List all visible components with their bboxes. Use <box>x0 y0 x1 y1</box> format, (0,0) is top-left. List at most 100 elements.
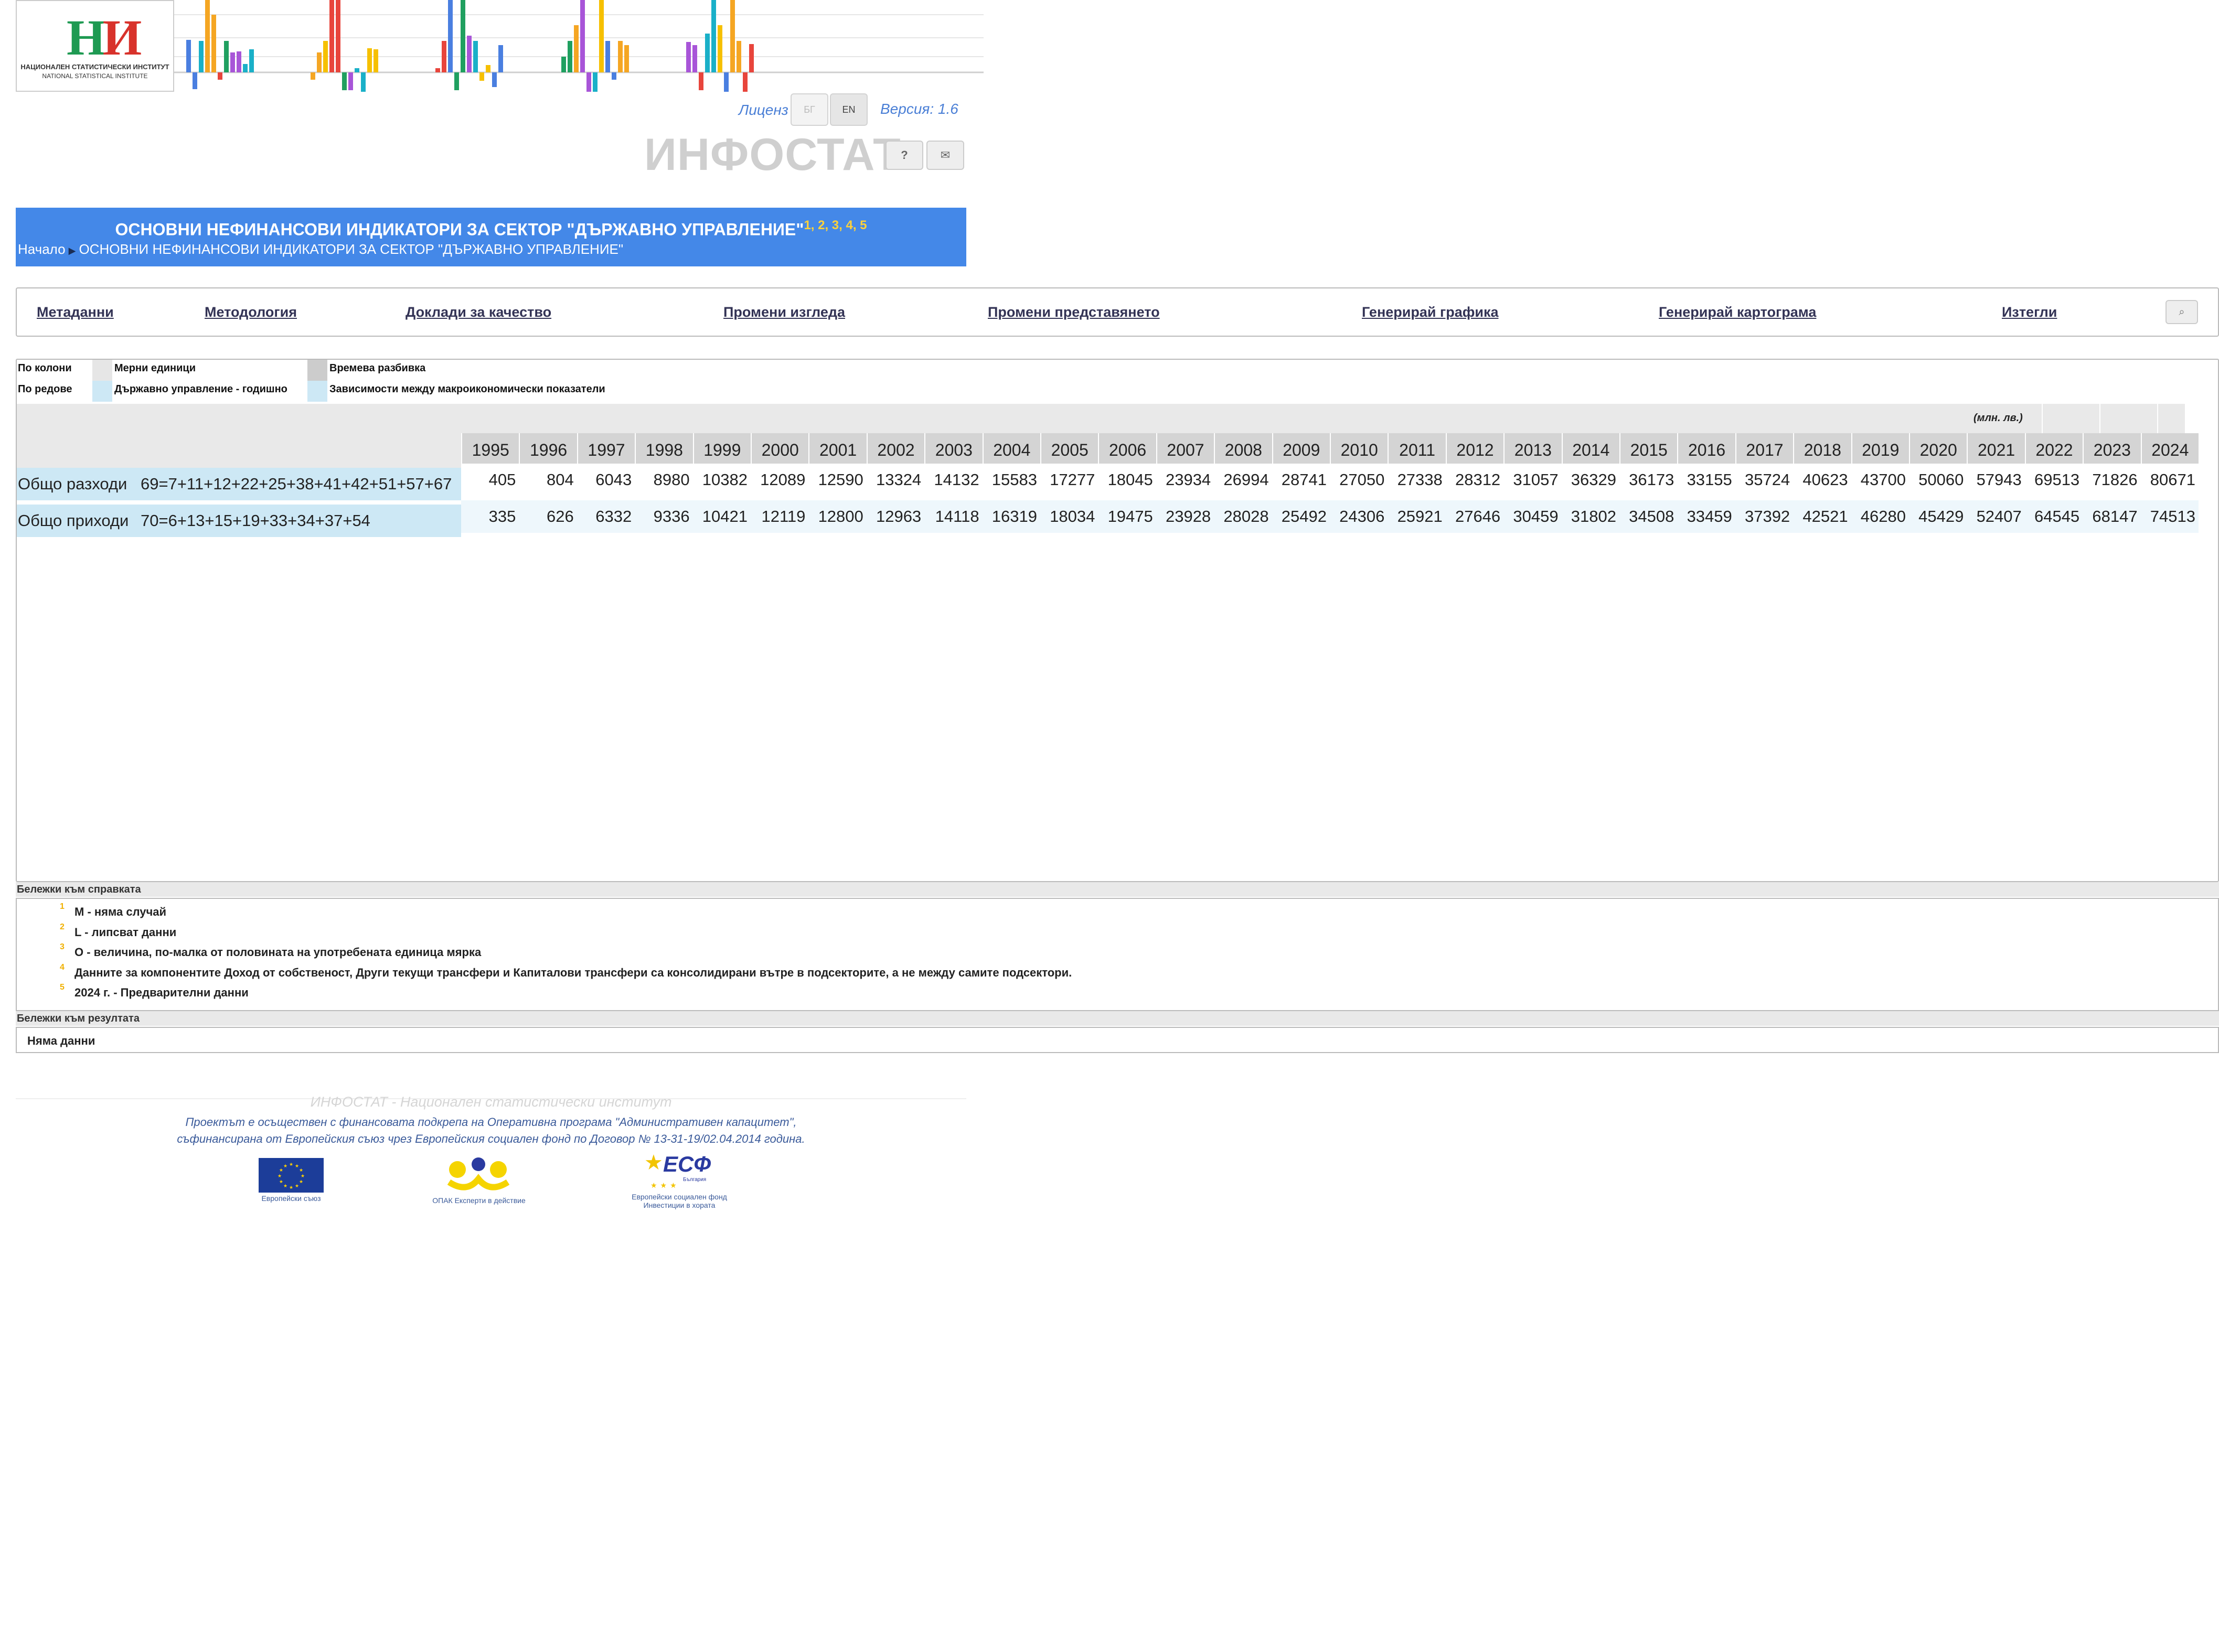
table-cell: 12089 <box>751 464 809 496</box>
eu-star-icon: ★ <box>295 1183 299 1188</box>
metadata-link[interactable]: Метаданни <box>37 304 114 320</box>
year-header: 2020 <box>1909 433 1967 467</box>
banner-bar <box>486 65 490 72</box>
table-cell: 8980 <box>635 464 693 496</box>
by-rows-label: По редове <box>18 383 72 395</box>
row-formula-revenue[interactable]: 70=6+13+15+19+33+34+37+54 <box>140 505 461 537</box>
eu-star-icon: ★ <box>283 1183 287 1188</box>
table-cell: 27338 <box>1388 464 1446 496</box>
banner-bar <box>249 49 254 72</box>
esf-star-icon: ★ <box>644 1151 663 1174</box>
dim-swatch-gov <box>92 381 112 402</box>
eu-star-icon: ★ <box>278 1173 282 1178</box>
opak-logo[interactable]: ОПАК Експерти в действие <box>430 1152 528 1205</box>
eu-star-icon: ★ <box>289 1162 293 1167</box>
table-cell: 50060 <box>1909 464 1967 496</box>
eu-logo[interactable]: ★ ★ ★ ★ ★ ★ ★ ★ ★ ★ ★ ★ Европейски съюз <box>258 1152 324 1203</box>
banner-bar <box>336 0 340 72</box>
unit-divider-1 <box>2042 404 2043 433</box>
footnote-refs[interactable]: 1, 2, 3, 4, 5 <box>804 218 867 232</box>
nsi-logo[interactable]: НИ НАЦИОНАЛЕН СТАТИСТИЧЕСКИ ИНСТИТУТ NAT… <box>16 0 174 92</box>
row-formula-expenditure[interactable]: 69=7+11+12+22+25+38+41+42+51+57+67 <box>140 468 461 500</box>
note-number: 2 <box>60 922 65 931</box>
banner-bar <box>329 0 334 72</box>
lang-en-button[interactable]: EN <box>830 93 868 126</box>
table-cell: 14118 <box>924 500 983 533</box>
table-cell: 12119 <box>751 500 809 533</box>
col-dim-time[interactable]: Времева разбивка <box>329 362 425 374</box>
table-cell: 30459 <box>1503 500 1562 533</box>
eu-star-icon: ★ <box>301 1173 305 1178</box>
banner-bar <box>224 41 229 72</box>
quality-reports-link[interactable]: Доклади за качество <box>406 304 551 320</box>
banner-bar <box>580 0 585 72</box>
banner-bar <box>593 72 598 92</box>
table-cell: 71826 <box>2083 464 2141 496</box>
table-cell: 33459 <box>1677 500 1735 533</box>
breadcrumb: Начало ▶ ОСНОВНИ НЕФИНАНСОВИ ИНДИКАТОРИ ЗА… <box>18 241 623 258</box>
year-header: 2022 <box>2024 433 2083 467</box>
row-dim-gov[interactable]: Държавно управление - годишно <box>114 383 287 395</box>
lang-bg-button[interactable]: БГ <box>791 93 828 126</box>
year-header: 2002 <box>866 433 925 467</box>
result-notes-text: Няма данни <box>27 1034 95 1047</box>
note-text: L - липсват данни <box>74 926 177 939</box>
breadcrumb-home[interactable]: Начало <box>18 241 66 257</box>
banner-bar <box>186 40 191 72</box>
footer-brand: ИНФОСТАТ - Национален статистически инст… <box>310 1094 672 1110</box>
banner-bar <box>205 0 210 72</box>
data-panel: По колони Мерни единици Времева разбивка… <box>16 359 2219 882</box>
table-cell: 80671 <box>2140 464 2199 496</box>
year-header: 2019 <box>1851 433 1909 467</box>
search-icon[interactable]: ⌕ <box>2165 300 2198 324</box>
banner-bar <box>568 41 572 72</box>
table-cell: 34508 <box>1619 500 1678 533</box>
row-label-revenue[interactable]: Общо приходи <box>17 505 140 537</box>
col-dim-units[interactable]: Мерни единици <box>114 362 196 374</box>
table-cell: 68147 <box>2083 500 2141 533</box>
note-text: 2024 г. - Предварителни данни <box>74 986 249 999</box>
banner-bar <box>743 72 748 92</box>
table-cell: 13324 <box>866 464 925 496</box>
banner-bar <box>711 0 716 72</box>
generate-map-link[interactable]: Генерирай картограма <box>1659 304 1816 320</box>
banner-bar <box>699 72 703 90</box>
mail-icon[interactable]: ✉ <box>926 141 964 170</box>
table-cell: 626 <box>519 500 577 533</box>
report-notes-box: 1 M - няма случай 2 L - липсват данни 3 O -… <box>16 898 2219 1011</box>
methodology-link[interactable]: Методология <box>205 304 297 320</box>
generate-chart-link[interactable]: Генерирай графика <box>1362 304 1498 320</box>
year-header: 2000 <box>751 433 809 467</box>
row-dim-macro[interactable]: Зависимости между макроикономически пока… <box>329 383 605 395</box>
download-link[interactable]: Изтегли <box>2002 304 2057 320</box>
banner-bar <box>498 45 503 72</box>
table-cell: 36329 <box>1561 464 1619 496</box>
year-header: 2004 <box>982 433 1040 467</box>
banner-bar <box>199 41 204 72</box>
license-link[interactable]: Лиценз <box>739 102 788 119</box>
year-header: 2003 <box>924 433 983 467</box>
footer-credit: Проектът е осъществен с финансовата подк… <box>16 1114 966 1147</box>
banner-bar <box>317 52 322 72</box>
table-cell: 27050 <box>1330 464 1388 496</box>
year-header: 2009 <box>1272 433 1330 467</box>
by-columns-label: По колони <box>18 362 72 374</box>
help-button[interactable]: ? <box>886 141 923 170</box>
change-presentation-link[interactable]: Промени представянето <box>988 304 1160 320</box>
banner-bar <box>355 68 359 72</box>
page-title: ОСНОВНИ НЕФИНАНСОВИ ИНДИКАТОРИ ЗА СЕКТОР… <box>16 218 966 240</box>
eu-logo-caption: Европейски съюз <box>261 1194 321 1203</box>
logo-org-name-bg: НАЦИОНАЛЕН СТАТИСТИЧЕСКИ ИНСТИТУТ <box>20 63 169 71</box>
table-cell: 69513 <box>2024 464 2083 496</box>
esf-logo[interactable]: ★ ЕСФ България ★★★ Европейски социален ф… <box>630 1149 729 1209</box>
table-cell: 28028 <box>1214 500 1272 533</box>
year-header: 2011 <box>1388 433 1446 467</box>
row-label-expenditure[interactable]: Общо разходи <box>17 468 140 500</box>
top-meta-bar: Лиценз БГ EN Версия: 1.6 <box>682 93 976 126</box>
eu-flag-icon: ★★★★★★★★★ ★ ★★ <box>259 1158 324 1193</box>
banner-bar <box>624 45 629 72</box>
table-cell: 57943 <box>1967 464 2025 496</box>
banner-bar <box>361 72 366 92</box>
change-view-link[interactable]: Промени изгледа <box>723 304 845 320</box>
table-cell: 10421 <box>692 500 751 533</box>
